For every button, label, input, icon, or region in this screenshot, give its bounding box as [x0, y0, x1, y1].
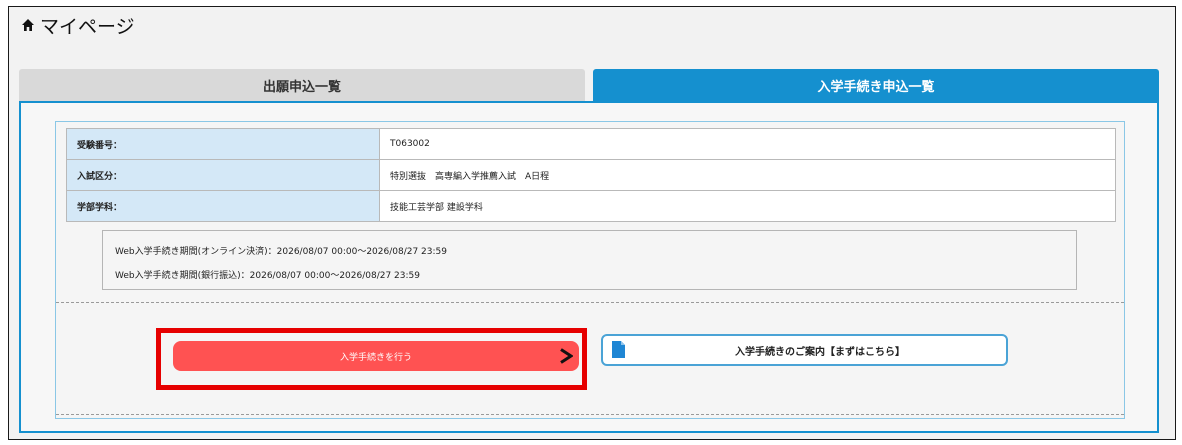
exam-number-label: 受験番号：	[66, 128, 380, 160]
table-row: 受験番号： T063002	[66, 128, 1116, 160]
enrollment-card: 受験番号： T063002 入試区分： 特別選抜 高専編入学推薦入試 A日程 学…	[55, 121, 1125, 419]
chevron-right-icon	[560, 348, 573, 364]
page-title-text: マイページ	[40, 15, 135, 38]
department-value: 技能工芸学部 建設学科	[379, 190, 1116, 222]
exam-category-label: 入試区分：	[66, 159, 380, 191]
exam-category-value: 特別選抜 高専編入学推薦入試 A日程	[379, 159, 1116, 191]
enrollment-guide-button[interactable]: 入学手続きのご案内【まずはこちら】	[601, 334, 1008, 366]
bank-transfer-period: Web入学手続き期間(銀行振込)：2026/08/07 00:00〜2026/0…	[115, 271, 420, 281]
divider	[56, 414, 1124, 415]
applicant-info-table: 受験番号： T063002 入試区分： 特別選抜 高専編入学推薦入試 A日程 学…	[66, 128, 1116, 222]
tab-bar: 出願申込一覧 入学手続き申込一覧	[19, 69, 1159, 102]
enrollment-panel: 受験番号： T063002 入試区分： 特別選抜 高専編入学推薦入試 A日程 学…	[19, 101, 1159, 433]
document-icon	[612, 341, 625, 358]
enrollment-period-box: Web入学手続き期間(オンライン決済)：2026/08/07 00:00〜202…	[102, 230, 1077, 290]
home-icon	[22, 19, 34, 31]
divider	[56, 302, 1124, 303]
start-enrollment-button[interactable]: 入学手続きを行う	[173, 341, 579, 371]
online-payment-period: Web入学手続き期間(オンライン決済)：2026/08/07 00:00〜202…	[115, 247, 447, 257]
tab-application-list[interactable]: 出願申込一覧	[19, 69, 585, 102]
tab-enrollment-list[interactable]: 入学手続き申込一覧	[593, 69, 1159, 102]
exam-number-value: T063002	[379, 128, 1116, 160]
table-row: 学部学科： 技能工芸学部 建設学科	[66, 190, 1116, 222]
enrollment-guide-label: 入学手続きのご案内【まずはこちら】	[735, 346, 905, 358]
department-label: 学部学科：	[66, 190, 380, 222]
page-title: マイページ	[21, 11, 135, 39]
table-row: 入試区分： 特別選抜 高専編入学推薦入試 A日程	[66, 159, 1116, 191]
mypage-frame: マイページ 出願申込一覧 入学手続き申込一覧 受験番号： T063002 入試区…	[8, 6, 1176, 440]
start-enrollment-label: 入学手続きを行う	[339, 352, 412, 363]
